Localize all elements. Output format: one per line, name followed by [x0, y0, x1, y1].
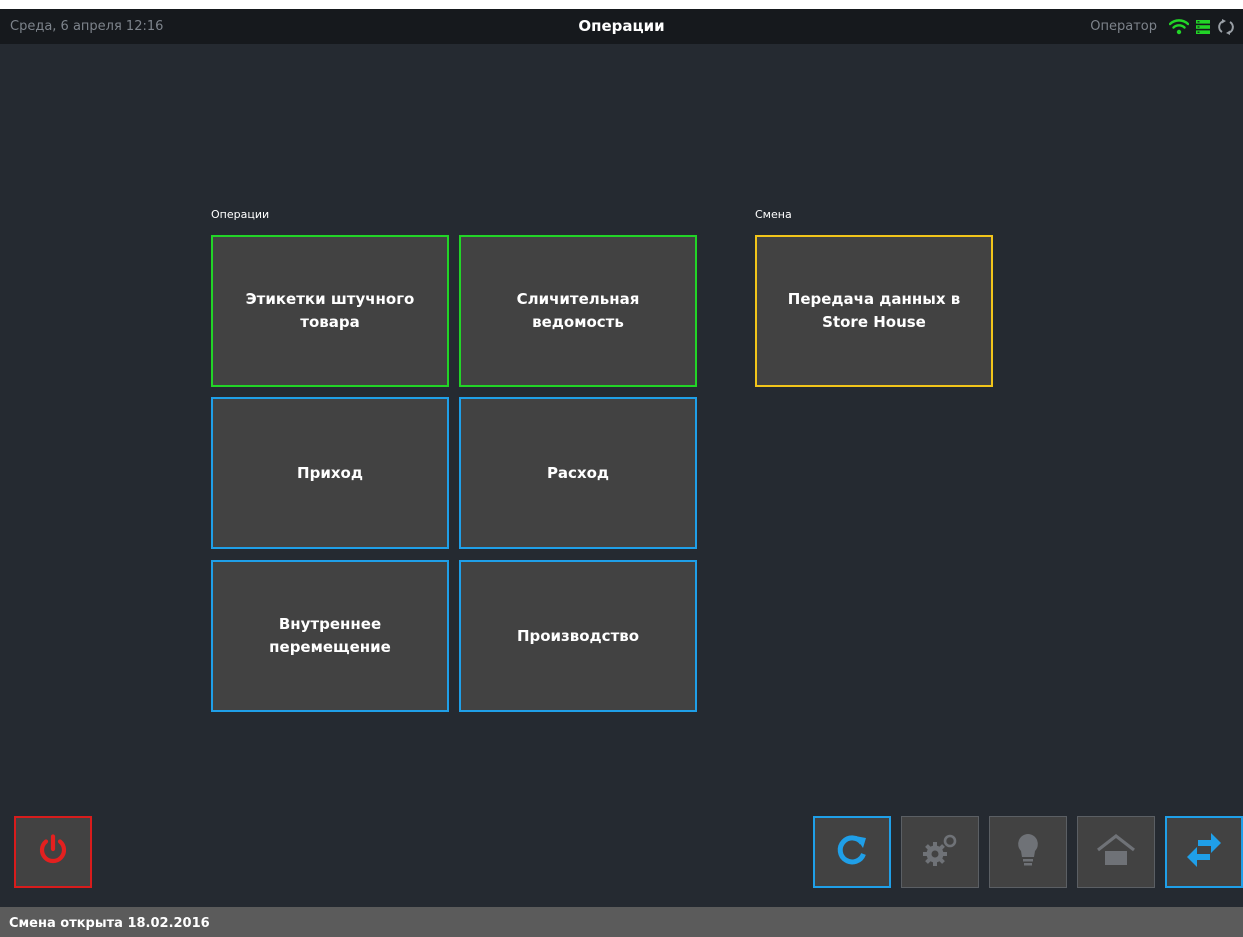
page-title: Операции: [578, 17, 665, 35]
reconciliation-tile[interactable]: Сличительная ведомость: [459, 235, 697, 387]
server-icon: [1195, 19, 1211, 35]
home-icon: [1095, 832, 1137, 872]
reconciliation-tile-label: Сличительная ведомость: [516, 290, 640, 331]
expense-tile[interactable]: Расход: [459, 397, 697, 549]
hint-button[interactable]: [989, 816, 1067, 888]
shift-section-label: Смена: [755, 208, 792, 221]
power-button[interactable]: [14, 816, 92, 888]
production-tile-label: Производство: [516, 626, 640, 645]
sync-status-icon: [1217, 18, 1235, 35]
internal-transfer-tile-label: Внутреннее перемещение: [269, 615, 391, 656]
gears-icon: [920, 832, 960, 872]
labels-tile[interactable]: Этикетки штучного товара: [211, 235, 449, 387]
top-bar: Среда, 6 апреля 12:16 Операции Оператор: [0, 9, 1243, 44]
wifi-icon: [1169, 18, 1189, 35]
exchange-button[interactable]: [1165, 816, 1243, 888]
income-tile-label: Приход: [297, 463, 363, 482]
home-button[interactable]: [1077, 816, 1155, 888]
shift-status-text: Смена открыта 18.02.2016: [9, 916, 210, 931]
income-tile[interactable]: Приход: [211, 397, 449, 549]
app-window: Среда, 6 апреля 12:16 Операции Оператор: [0, 9, 1243, 937]
expense-tile-label: Расход: [546, 463, 610, 482]
sync-arrows-icon: [1185, 832, 1223, 872]
bulb-icon: [1015, 832, 1041, 872]
store-house-transfer-tile-label: Передача данных в Store House: [787, 290, 961, 331]
status-indicators: Оператор: [1090, 9, 1235, 44]
labels-tile-label: Этикетки штучного товара: [245, 290, 415, 331]
internal-transfer-tile[interactable]: Внутреннее перемещение: [211, 560, 449, 712]
production-tile[interactable]: Производство: [459, 560, 697, 712]
operator-name: Оператор: [1090, 19, 1157, 34]
settings-button[interactable]: [901, 816, 979, 888]
status-bar: Смена открыта 18.02.2016: [0, 907, 1243, 937]
store-house-transfer-tile[interactable]: Передача данных в Store House: [755, 235, 993, 387]
refresh-button[interactable]: [813, 816, 891, 888]
refresh-icon: [835, 833, 869, 871]
operations-section-label: Операции: [211, 208, 270, 221]
power-icon: [36, 833, 70, 871]
